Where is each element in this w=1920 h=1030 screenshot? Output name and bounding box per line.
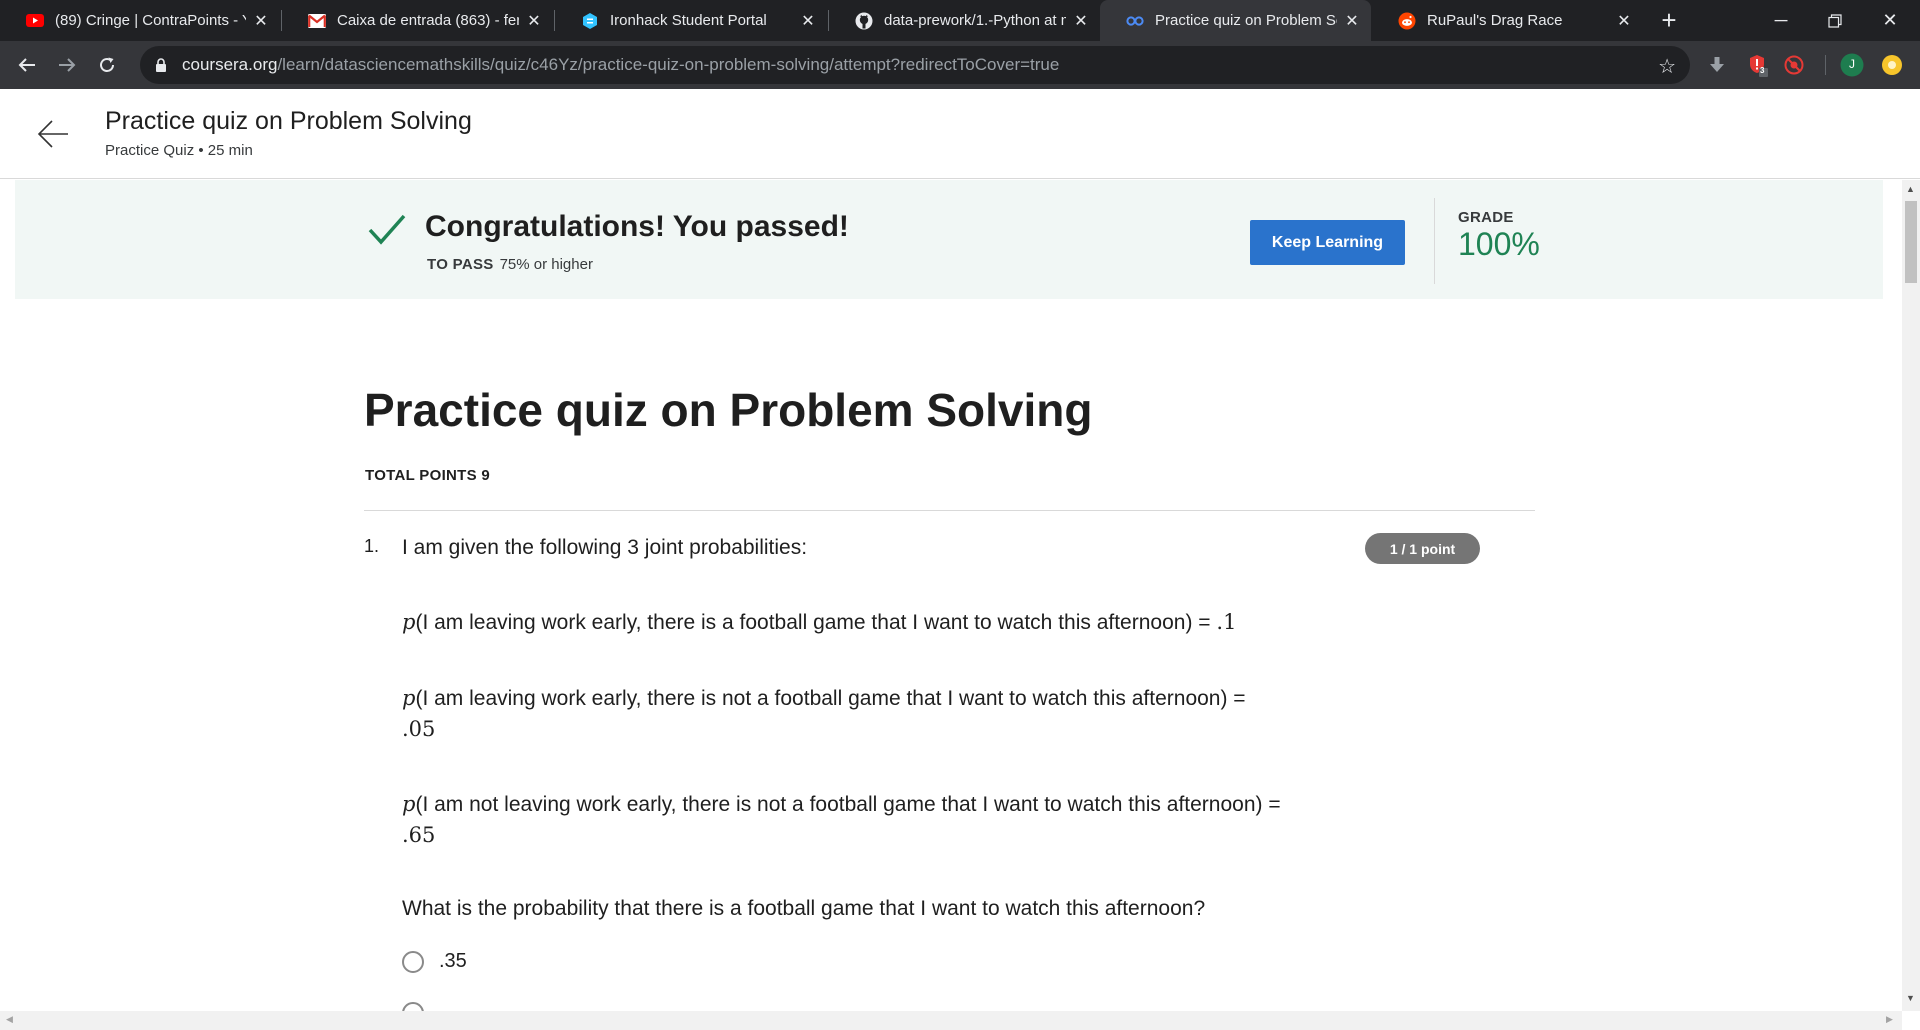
tab-title: Ironhack Student Portal <box>610 12 767 29</box>
to-pass-label: TO PASS <box>427 256 494 273</box>
new-tab-button[interactable]: + <box>1655 5 1683 35</box>
tab-coursera[interactable]: Practice quiz on Problem Solving ✕ <box>1100 0 1371 41</box>
probability-statement-2: p(I am leaving work early, there is not … <box>402 683 1282 745</box>
tab-title: Caixa de entrada (863) - fernanda <box>337 12 519 29</box>
tab-gmail[interactable]: Caixa de entrada (863) - fernanda ✕ <box>282 0 553 41</box>
quiz-title: Practice quiz on Problem Solving <box>364 384 1093 436</box>
close-tab-icon[interactable]: ✕ <box>252 12 270 30</box>
minimize-button[interactable]: ─ <box>1753 0 1809 41</box>
scroll-up-icon[interactable]: ▲ <box>1906 184 1915 194</box>
scroll-down-icon[interactable]: ▼ <box>1906 993 1915 1003</box>
quiz-content: Congratulations! You passed! TO PASS 75% … <box>0 180 1902 1011</box>
tab-reddit[interactable]: RuPaul's Drag Race ✕ <box>1372 0 1643 41</box>
prob-value: .65 <box>402 823 436 847</box>
reload-button[interactable] <box>92 50 122 80</box>
url-path: /learn/datasciencemathskills/quiz/c46Yz/… <box>277 55 1060 74</box>
address-bar[interactable]: coursera.org/learn/datasciencemathskills… <box>140 46 1690 84</box>
scroll-right-icon[interactable]: ▶ <box>1886 1014 1893 1025</box>
vertical-scrollbar[interactable]: ▲ ▼ <box>1902 180 1920 1011</box>
forward-button[interactable] <box>52 50 82 80</box>
restore-icon <box>1828 13 1842 28</box>
question-prompt: What is the probability that there is a … <box>402 897 1206 920</box>
pass-requirement: TO PASS 75% or higher <box>427 256 593 273</box>
keep-learning-button[interactable]: Keep Learning <box>1250 220 1405 265</box>
prob-symbol: p <box>402 610 416 634</box>
tab-ironhack[interactable]: Ironhack Student Portal ✕ <box>555 0 827 41</box>
question-number: 1. <box>364 536 380 556</box>
toolbar-divider <box>1825 55 1826 75</box>
total-points: TOTAL POINTS 9 <box>365 467 491 484</box>
points-badge: 1 / 1 point <box>1365 533 1480 564</box>
radio-button[interactable] <box>402 950 424 973</box>
check-icon <box>368 214 406 245</box>
browser-tab-bar: (89) Cringe | ContraPoints - YouTube ✕ C… <box>0 0 1920 41</box>
coursera-icon <box>1126 12 1144 30</box>
tab-title: (89) Cringe | ContraPoints - YouTube <box>55 12 246 29</box>
prob-value: .1 <box>1216 610 1237 634</box>
prob-symbol: p <box>402 792 416 816</box>
reddit-icon <box>1398 12 1416 30</box>
probability-statement-3: p(I am not leaving work early, there is … <box>402 789 1282 851</box>
to-pass-value: 75% or higher <box>499 256 593 273</box>
ironhack-icon <box>581 12 599 30</box>
pass-message: Congratulations! You passed! <box>425 210 849 243</box>
tab-title: data-prework/1.-Python at master <box>884 12 1066 29</box>
gmail-icon <box>308 12 326 30</box>
browser-toolbar: coursera.org/learn/datasciencemathskills… <box>0 41 1920 89</box>
probability-statement-1: p(I am leaving work early, there is a fo… <box>402 607 1282 638</box>
grade-value: 100% <box>1458 226 1540 262</box>
lock-icon <box>156 58 166 72</box>
extension-shield-icon[interactable]: 3 <box>1746 53 1770 77</box>
tab-github[interactable]: data-prework/1.-Python at master ✕ <box>829 0 1100 41</box>
profile-initial: J <box>1849 57 1855 71</box>
page-header: Practice quiz on Problem Solving Practic… <box>0 89 1920 179</box>
prob-value: .05 <box>402 717 436 741</box>
url-text: coursera.org/learn/datasciencemathskills… <box>182 55 1059 75</box>
prob-text: (I am leaving work early, there is a foo… <box>415 611 1217 634</box>
back-arrow-icon <box>18 58 35 72</box>
close-tab-icon[interactable]: ✕ <box>799 12 817 30</box>
page-title: Practice quiz on Problem Solving <box>105 107 472 135</box>
github-icon <box>855 12 873 30</box>
back-arrow-icon[interactable] <box>36 117 70 151</box>
tab-title: RuPaul's Drag Race <box>1427 12 1563 29</box>
close-tab-icon[interactable]: ✕ <box>1615 12 1633 30</box>
answer-option-partial[interactable] <box>402 1002 439 1011</box>
profile-avatar[interactable]: J <box>1840 53 1864 77</box>
close-tab-icon[interactable]: ✕ <box>1072 12 1090 30</box>
radio-button[interactable] <box>402 1002 424 1011</box>
grade-divider <box>1434 198 1435 284</box>
scroll-left-icon[interactable]: ◀ <box>6 1014 13 1025</box>
reload-icon <box>100 57 114 72</box>
answer-option-label: .35 <box>439 950 467 972</box>
pass-banner: Congratulations! You passed! TO PASS 75% … <box>15 180 1883 299</box>
scrollbar-thumb[interactable] <box>1905 201 1917 283</box>
back-button[interactable] <box>12 50 42 80</box>
answer-option[interactable]: .35 <box>402 950 467 973</box>
close-tab-icon[interactable]: ✕ <box>1343 12 1361 30</box>
url-host: coursera.org <box>182 55 278 74</box>
close-tab-icon[interactable]: ✕ <box>525 12 543 30</box>
question-intro: I am given the following 3 joint probabi… <box>402 536 808 559</box>
bookmark-star-icon[interactable]: ☆ <box>1658 54 1676 79</box>
page-subtitle: Practice Quiz • 25 min <box>105 142 253 159</box>
horizontal-scrollbar[interactable]: ◀ ▶ <box>0 1011 1902 1030</box>
grade-label: GRADE <box>1458 209 1514 226</box>
restore-button[interactable] <box>1807 0 1863 41</box>
tab-title: Practice quiz on Problem Solving <box>1155 12 1337 29</box>
browser-menu-icon[interactable] <box>1880 53 1904 77</box>
close-window-button[interactable]: ✕ <box>1862 0 1918 41</box>
prob-text: (I am not leaving work early, there is n… <box>415 793 1281 816</box>
prob-symbol: p <box>402 686 416 710</box>
extension-badge: 3 <box>1760 66 1765 75</box>
tab-youtube[interactable]: (89) Cringe | ContraPoints - YouTube ✕ <box>0 0 280 41</box>
download-icon[interactable] <box>1705 53 1729 77</box>
prob-text: (I am leaving work early, there is not a… <box>415 687 1246 710</box>
blocked-extension-icon[interactable] <box>1782 53 1806 77</box>
forward-arrow-icon <box>59 58 76 72</box>
youtube-icon <box>26 12 44 30</box>
divider <box>364 510 1535 511</box>
